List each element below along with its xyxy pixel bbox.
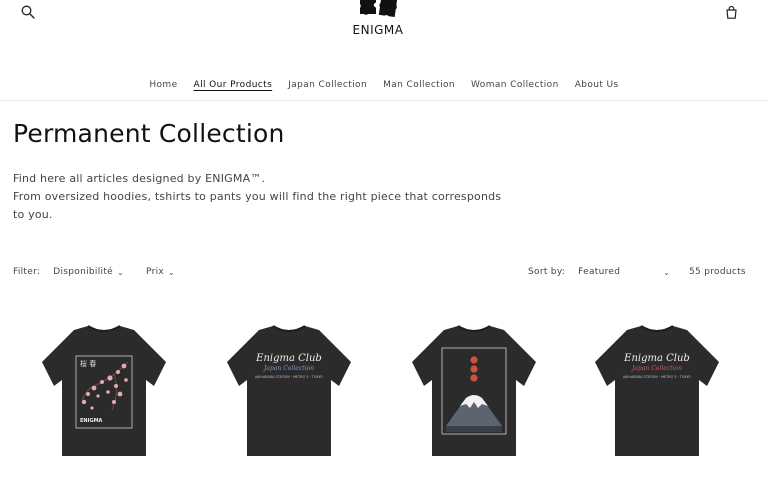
product-card[interactable]: 桜 春 ENIGMA xyxy=(24,322,184,462)
chevron-down-icon: ⌄ xyxy=(117,267,125,277)
brand-name: ENIGMA xyxy=(352,23,404,37)
brand-logo[interactable]: ENIGMA xyxy=(342,0,414,37)
availability-filter[interactable]: Disponibilité ⌄ xyxy=(53,267,124,277)
svg-text:桜 春: 桜 春 xyxy=(80,359,96,368)
sort-control: Sort by: Featured ⌄ xyxy=(528,267,670,277)
nav-all-products[interactable]: All Our Products xyxy=(194,80,273,90)
filter-bar: Filter: Disponibilité ⌄ Prix ⌄ xyxy=(13,267,175,277)
description-line-2: From oversized hoodies, tshirts to pants… xyxy=(13,190,502,221)
product-print-subline: Japan Collection xyxy=(630,365,682,372)
puzzle-logo-icon xyxy=(360,0,398,18)
tshirt-enigma-club-image: Enigma Club Japan Collection AKIHABARA S… xyxy=(227,325,351,456)
price-filter[interactable]: Prix ⌄ xyxy=(146,267,175,277)
nav-home[interactable]: Home xyxy=(149,80,177,90)
nav-japan-collection[interactable]: Japan Collection xyxy=(288,80,367,90)
chevron-down-icon: ⌄ xyxy=(663,267,671,277)
product-card[interactable]: Enigma Club Japan Collection AKIHABARA S… xyxy=(209,322,369,462)
product-print-headline: Enigma Club xyxy=(623,353,690,364)
nav-about-us[interactable]: About Us xyxy=(575,80,619,90)
price-filter-label: Prix xyxy=(146,267,165,277)
search-button[interactable] xyxy=(18,2,38,22)
product-print-subline: Japan Collection xyxy=(262,365,314,372)
chevron-down-icon: ⌄ xyxy=(168,267,176,277)
description-line-1: Find here all articles designed by ENIGM… xyxy=(13,172,266,185)
search-icon xyxy=(21,5,35,19)
tshirt-mount-fuji-image xyxy=(412,325,536,456)
main-nav: Home All Our Products Japan Collection M… xyxy=(0,80,768,90)
product-print-tag: ENIGMA xyxy=(80,418,103,424)
product-card[interactable] xyxy=(394,322,554,462)
tshirt-cherry-blossom-image: 桜 春 ENIGMA xyxy=(42,325,166,456)
cart-icon xyxy=(725,5,737,19)
sort-select[interactable]: Featured ⌄ xyxy=(578,267,670,277)
sort-selected-value: Featured xyxy=(578,267,621,277)
product-print-headline: Enigma Club xyxy=(255,353,322,364)
product-print-small-text: AKIHABARA STATION · METRO 5 · TOKYO xyxy=(255,375,324,379)
collection-description: Find here all articles designed by ENIGM… xyxy=(13,170,513,224)
nav-woman-collection[interactable]: Woman Collection xyxy=(471,80,559,90)
site-header: ENIGMA Home All Our Products Japan Colle… xyxy=(0,0,768,101)
page-title: Permanent Collection xyxy=(13,119,285,148)
sort-label: Sort by: xyxy=(528,267,566,277)
product-print-small-text: AKIHABARA STATION · METRO 5 · TOKYO xyxy=(623,375,692,379)
product-card[interactable]: Enigma Club Japan Collection AKIHABARA S… xyxy=(577,322,737,462)
availability-filter-label: Disponibilité xyxy=(53,267,113,277)
nav-man-collection[interactable]: Man Collection xyxy=(383,80,455,90)
cart-button[interactable] xyxy=(721,2,741,22)
product-count: 55 products xyxy=(689,267,746,277)
filter-label: Filter: xyxy=(13,267,41,277)
tshirt-enigma-club-red-image: Enigma Club Japan Collection AKIHABARA S… xyxy=(595,325,719,456)
